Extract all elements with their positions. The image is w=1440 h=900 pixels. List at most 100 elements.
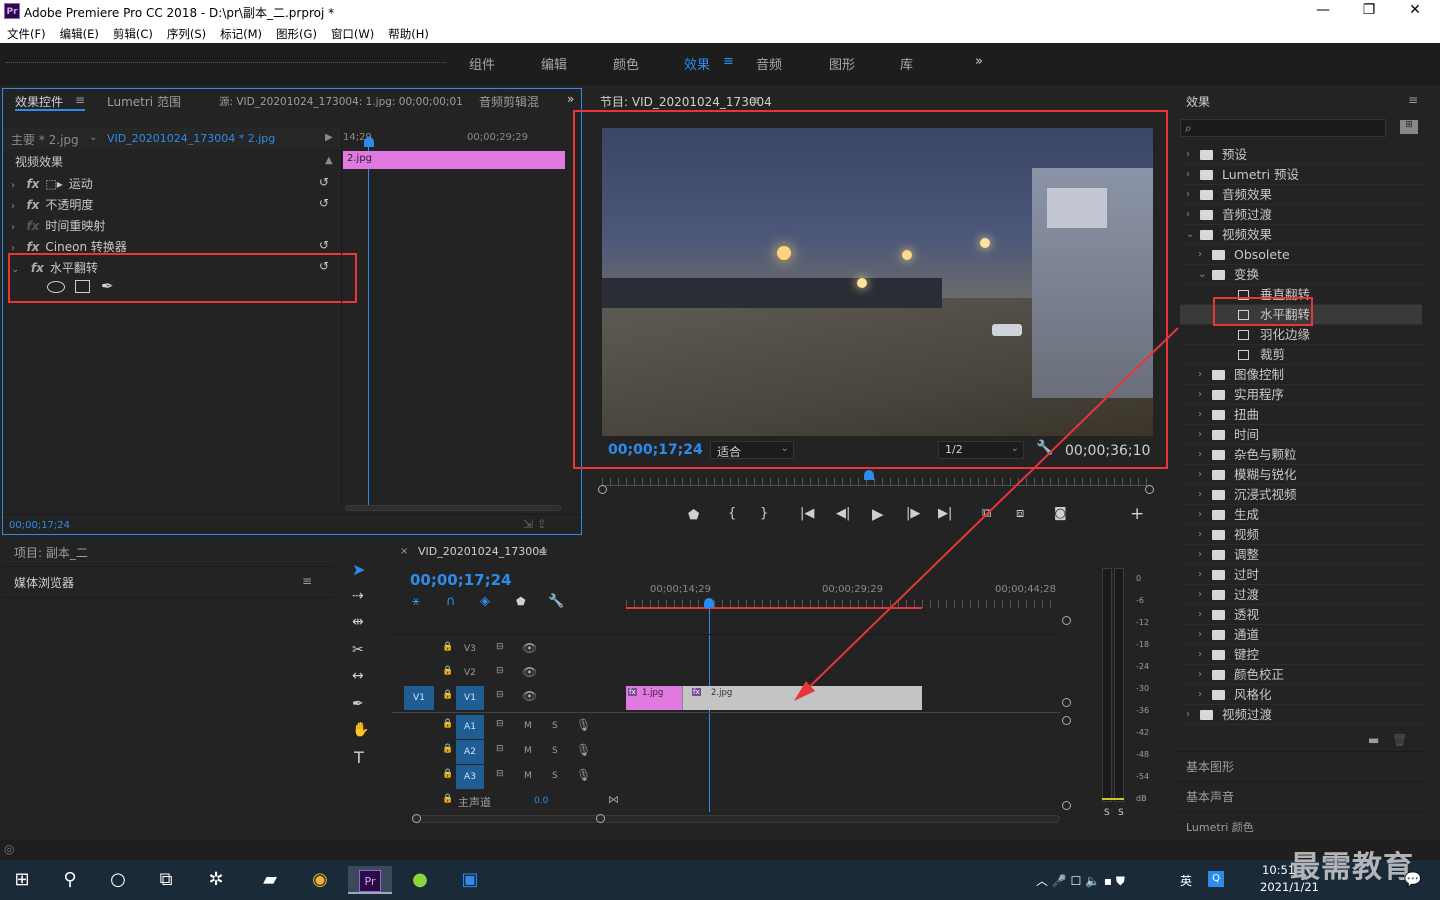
chevron-right-icon[interactable]: › bbox=[1198, 625, 1202, 645]
chevron-right-icon[interactable]: › bbox=[1186, 145, 1190, 165]
tab-audio-clip-mixer[interactable]: 音频剪辑混 bbox=[479, 93, 539, 110]
chevron-right-icon[interactable]: › bbox=[1198, 685, 1202, 705]
track-header-a3[interactable]: 🔒 A3 ⊟ M S 🎙 bbox=[442, 765, 622, 789]
wps-app-icon[interactable]: ▣ bbox=[452, 866, 488, 894]
effects-tree-item[interactable]: › Obsolete bbox=[1180, 245, 1422, 265]
chevron-right-icon[interactable]: › bbox=[1198, 445, 1202, 465]
track-header-master[interactable]: 🔒 主声道 0.0 ⋈ bbox=[442, 790, 622, 814]
effect-row-time-remap[interactable]: › fx 时间重映射 bbox=[11, 217, 341, 237]
chrome-icon[interactable]: ◉ bbox=[302, 866, 338, 894]
essential-sound-tab[interactable]: 基本声音 bbox=[1186, 788, 1234, 805]
effects-tree-item[interactable]: › 扭曲 bbox=[1180, 405, 1422, 425]
panel-overflow-icon[interactable]: » bbox=[567, 92, 574, 106]
workspace-overflow-icon[interactable]: » bbox=[975, 54, 983, 69]
scroll-handle[interactable] bbox=[596, 814, 605, 823]
delete-icon[interactable]: 🗑 bbox=[1392, 733, 1407, 747]
panel-menu-icon[interactable]: ≡ bbox=[538, 545, 548, 559]
chevron-right-icon[interactable]: › bbox=[1186, 165, 1190, 185]
effects-tree-item[interactable]: 水平翻转 bbox=[1180, 305, 1422, 325]
play-triangle-icon[interactable]: ▶ bbox=[325, 132, 333, 143]
chevron-right-icon[interactable]: › bbox=[1198, 245, 1202, 265]
ec-clip-bar[interactable]: 2.jpg bbox=[343, 151, 565, 169]
effect-row-horizontal-flip[interactable]: ⌄ fx 水平翻转 ↺ bbox=[11, 259, 341, 279]
maximize-button[interactable]: ❐ bbox=[1346, 2, 1392, 18]
hand-tool-icon[interactable]: ✋ bbox=[352, 722, 369, 738]
chevron-right-icon[interactable]: › bbox=[1198, 465, 1202, 485]
effects-tree-item[interactable]: › 过时 bbox=[1180, 565, 1422, 585]
lumetri-color-tab[interactable]: Lumetri 颜色 bbox=[1186, 819, 1254, 835]
chevron-right-icon[interactable]: › bbox=[1198, 545, 1202, 565]
effects-tree-item[interactable]: › Lumetri 预设 bbox=[1180, 165, 1422, 185]
tab-effect-controls[interactable]: 效果控件 bbox=[15, 93, 63, 110]
source-patch-v1[interactable]: V1 bbox=[404, 686, 434, 710]
slip-tool-icon[interactable]: ↔ bbox=[352, 668, 364, 684]
green-app-icon[interactable]: ● bbox=[402, 866, 438, 894]
ec-zoom-scrollbar[interactable] bbox=[345, 505, 561, 511]
effects-tree-item[interactable]: ⌄ 视频效果 bbox=[1180, 225, 1422, 245]
panel-menu-icon[interactable]: ≡ bbox=[750, 93, 760, 107]
play-icon[interactable]: ▶ bbox=[872, 505, 884, 523]
input-language[interactable]: 英 bbox=[1180, 872, 1192, 889]
effects-tree-item[interactable]: › 视频过渡 bbox=[1180, 705, 1422, 725]
search-icon[interactable]: ⚲ bbox=[52, 866, 88, 894]
chevron-right-icon[interactable]: › bbox=[1186, 205, 1190, 225]
effects-tree-item[interactable]: › 过渡 bbox=[1180, 585, 1422, 605]
selection-tool-icon[interactable]: ➤ bbox=[352, 560, 365, 579]
collapse-up-icon[interactable]: ▲ bbox=[325, 155, 333, 166]
timeline-settings-wrench-icon[interactable]: 🔧 bbox=[548, 594, 564, 609]
step-forward-icon[interactable]: |▶ bbox=[906, 506, 920, 521]
tab-source[interactable]: 源: VID_20201024_173004: 1.jpg: 00;00;00;… bbox=[219, 94, 463, 109]
menu-window[interactable]: 窗口(W) bbox=[324, 23, 381, 42]
razor-tool-icon[interactable]: ✂ bbox=[352, 642, 364, 658]
cortana-icon[interactable]: ○ bbox=[100, 866, 136, 894]
effects-search-input[interactable]: ⌕ bbox=[1180, 119, 1386, 137]
add-button-icon[interactable]: + bbox=[1130, 504, 1144, 524]
chevron-down-icon[interactable]: ⌄ bbox=[89, 132, 97, 143]
marker-icon[interactable]: ⬟ bbox=[688, 508, 699, 523]
rectangle-mask-icon[interactable] bbox=[75, 280, 90, 293]
notes-app-icon[interactable]: ▰ bbox=[252, 866, 288, 894]
essential-graphics-tab[interactable]: 基本图形 bbox=[1186, 758, 1234, 775]
scroll-handle[interactable] bbox=[1062, 716, 1071, 725]
effects-tree-item[interactable]: › 通道 bbox=[1180, 625, 1422, 645]
scroll-handle[interactable] bbox=[1062, 616, 1071, 625]
workspace-audio[interactable]: 音频 bbox=[756, 54, 782, 73]
zoom-handle[interactable] bbox=[598, 485, 607, 494]
effects-tree-item[interactable]: › 透视 bbox=[1180, 605, 1422, 625]
ec-timecode[interactable]: 00;00;17;24 bbox=[9, 520, 70, 531]
chevron-right-icon[interactable]: › bbox=[1186, 705, 1190, 725]
chevron-down-icon[interactable]: ⌄ bbox=[1186, 225, 1194, 245]
panel-menu-icon[interactable]: ≡ bbox=[302, 574, 312, 588]
effects-tree-item[interactable]: › 图像控制 bbox=[1180, 365, 1422, 385]
ellipse-mask-icon[interactable] bbox=[47, 281, 65, 293]
chevron-right-icon[interactable]: › bbox=[1198, 645, 1202, 665]
chevron-right-icon[interactable]: › bbox=[1198, 405, 1202, 425]
go-to-out-icon[interactable]: ▶| bbox=[938, 506, 952, 521]
panel-menu-icon[interactable]: ≡ bbox=[75, 93, 85, 107]
linked-selection-icon[interactable]: ◈ bbox=[480, 594, 490, 609]
ripple-edit-tool-icon[interactable]: ⇹ bbox=[352, 614, 364, 630]
chevron-right-icon[interactable]: › bbox=[1186, 185, 1190, 205]
timeline-horizontal-scrollbar[interactable] bbox=[412, 815, 1060, 823]
chevron-right-icon[interactable]: › bbox=[1198, 385, 1202, 405]
pen-mask-icon[interactable]: ✒ bbox=[101, 277, 114, 295]
effects-tree-item[interactable]: › 生成 bbox=[1180, 505, 1422, 525]
zoom-fit-dropdown[interactable]: 适合 ⌄ bbox=[710, 441, 794, 459]
menu-clip[interactable]: 剪辑(C) bbox=[106, 23, 160, 42]
add-marker-icon[interactable]: ⬟ bbox=[516, 595, 526, 608]
ec-mini-ruler[interactable]: 14;29 00;00;29;29 bbox=[341, 127, 579, 149]
mark-in-icon[interactable]: { bbox=[728, 506, 736, 521]
effects-tree-item[interactable]: 羽化边缘 bbox=[1180, 325, 1422, 345]
new-folder-icon[interactable]: ▬ bbox=[1368, 733, 1379, 747]
workspace-color[interactable]: 颜色 bbox=[613, 54, 639, 73]
program-video-frame[interactable] bbox=[602, 128, 1153, 436]
track-header-a1[interactable]: 🔒 A1 ⊟ M S 🎙 bbox=[442, 715, 622, 739]
tab-project[interactable]: 项目: 副本_二 bbox=[14, 544, 88, 561]
timeline-ruler[interactable]: 00;00;14;29 00;00;29;29 00;00;44;28 bbox=[626, 578, 1064, 612]
panel-menu-icon[interactable]: ≡ bbox=[1408, 93, 1418, 107]
pinwheel-app-icon[interactable]: ✲ bbox=[198, 866, 234, 894]
timeline-timecode[interactable]: 00;00;17;24 bbox=[410, 571, 512, 589]
tab-sequence[interactable]: VID_20201024_173004 bbox=[418, 545, 546, 558]
master-clip-label[interactable]: 主要 * 2.jpg bbox=[11, 131, 79, 148]
menu-sequence[interactable]: 序列(S) bbox=[160, 23, 213, 42]
